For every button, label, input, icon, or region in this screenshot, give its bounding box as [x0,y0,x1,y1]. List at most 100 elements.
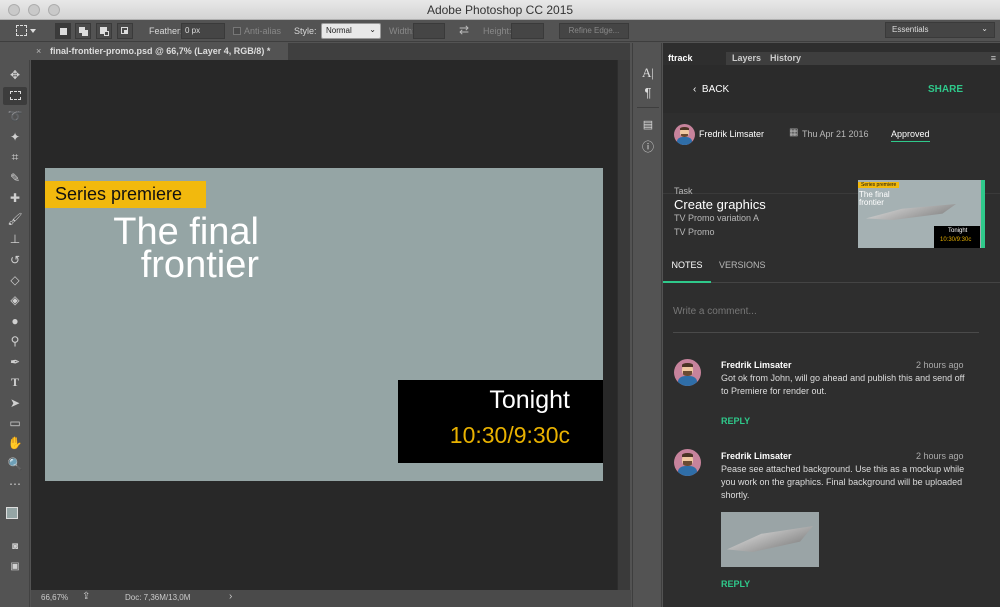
avatar [674,359,701,386]
panel-menu-icon[interactable]: ≡ [991,52,996,65]
more-tools-icon[interactable]: ⋯ [3,475,27,493]
notes-versions-tabs: NOTES VERSIONS [663,252,1000,283]
thumb-series: Series premiere [858,182,900,188]
strip-divider [637,107,659,108]
antialias-label: Anti-alias [244,26,282,36]
status-menu-arrow[interactable]: › [229,591,232,602]
note-time: 2 hours ago [916,451,964,461]
path-selection-tool-icon[interactable]: ➤ [3,394,27,412]
ftrack-panel: ftrack Layers History ≡ ‹ BACK SHARE Fre… [663,43,1000,607]
note-time: 2 hours ago [916,360,964,370]
artboard[interactable]: Series premiere The final frontier Tonig… [45,168,603,481]
subtract-from-selection-icon[interactable] [96,23,112,39]
comment-input[interactable]: Write a comment... [673,300,979,333]
document-tab[interactable]: × final-frontier-promo.psd @ 66,7% (Laye… [30,43,288,60]
close-icon[interactable]: × [36,43,41,60]
eraser-tool-icon[interactable]: ◇ [3,271,27,289]
character-panel-icon[interactable]: A| [640,65,656,81]
chevron-down-icon: ⌄ [981,24,988,33]
reply-button[interactable]: REPLY [721,579,750,589]
tab-ftrack[interactable]: ftrack [663,52,726,65]
assignee-name: Fredrik Limsater [699,129,765,139]
task-thumbnail[interactable]: Series premiere The final frontier Tonig… [858,180,981,248]
calendar-icon: ▦ [789,127,799,138]
history-brush-tool-icon[interactable]: ↺ [3,251,27,269]
thumb-airtime-box: Tonight 10:30/9:30c [934,226,980,248]
chevron-left-icon: ‹ [693,84,697,95]
intersect-selection-icon[interactable] [117,23,133,39]
workspace-value: Essentials [892,25,929,34]
refine-edge-button[interactable]: Refine Edge... [559,23,629,39]
doc-size: Doc: 7,36M/13,0M [125,593,191,602]
add-to-selection-icon[interactable] [75,23,91,39]
minimize-window-button[interactable] [28,4,40,16]
paint-bucket-tool-icon[interactable]: ◈ [3,291,27,309]
tab-versions[interactable]: VERSIONS [719,252,766,278]
eyedropper-tool-icon[interactable]: ✎ [3,169,27,187]
info-icon[interactable]: ⓘ [640,139,656,155]
brush-tool-icon[interactable]: 🖌 [3,210,27,228]
avatar [674,124,695,145]
zoom-window-button[interactable] [48,4,60,16]
height-input[interactable] [511,23,544,39]
width-input[interactable] [413,23,445,39]
ftrack-panel-icon[interactable]: ▤ [640,117,656,133]
tab-history[interactable]: History [765,52,806,65]
ftrack-header: ‹ BACK SHARE [663,65,1000,113]
attachment-thumbnail[interactable] [721,512,819,567]
swap-icon[interactable]: ⇄ [459,23,469,37]
tonight-label: Tonight [489,386,570,414]
tools-panel: ✥ ➰ ✦ ⌗ ✎ ✚ 🖌 ⊥ ↺ ◇ ◈ ● ⚲ ✒ T ➤ ▭ ✋ 🔍 ⋯ … [0,60,30,607]
rectangle-tool-icon[interactable]: ▭ [3,414,27,432]
clone-stamp-tool-icon[interactable]: ⊥ [3,230,27,248]
document-tab-bar: × final-frontier-promo.psd @ 66,7% (Laye… [30,43,630,60]
task-project: TV Promo [674,227,715,237]
chevron-down-icon: ⌄ [369,25,376,34]
foreground-color-swatch[interactable] [6,507,18,519]
screen-mode-icon[interactable]: ▣ [3,558,27,576]
options-bar: Feather: 0 px Anti-alias Style: Normal ⌄… [0,20,1000,42]
zoom-level[interactable]: 66,67% [41,593,68,602]
airtime-label: 10:30/9:30c [449,422,570,448]
document-tab-label: final-frontier-promo.psd @ 66,7% (Layer … [50,46,271,56]
type-tool-icon[interactable]: T [3,373,27,391]
dodge-tool-icon[interactable]: ⚲ [3,332,27,350]
antialias-checkbox[interactable] [233,27,241,35]
note-author: Fredrik Limsater [721,360,792,370]
back-button[interactable]: ‹ BACK [693,84,729,95]
style-select[interactable]: Normal ⌄ [321,23,381,39]
reply-button[interactable]: REPLY [721,416,750,426]
title-bar: Adobe Photoshop CC 2015 [0,0,1000,20]
lasso-tool-icon[interactable]: ➰ [3,107,27,125]
status-badge[interactable]: Approved [891,129,930,142]
task-date: Thu Apr 21 2016 [802,129,869,139]
marquee-tool-preset-icon[interactable] [14,23,36,39]
window-title: Adobe Photoshop CC 2015 [426,3,574,17]
quick-mask-icon[interactable]: ◙ [3,538,27,556]
artwork-title-line2: frontier [140,244,259,286]
magic-wand-tool-icon[interactable]: ✦ [3,128,27,146]
share-button[interactable]: SHARE [928,84,963,95]
share-icon[interactable]: ⇪ [82,591,90,602]
workspace-select[interactable]: Essentials ⌄ [885,22,995,38]
airtime-box: Tonight 10:30/9:30c [398,380,603,463]
task-parent: TV Promo variation A [674,213,760,223]
style-label: Style: [294,26,317,36]
collapsed-panels-strip: A| ¶ ▤ ⓘ [632,43,662,607]
crop-tool-icon[interactable]: ⌗ [3,148,27,166]
feather-input[interactable]: 0 px [181,23,225,39]
tab-notes[interactable]: NOTES [663,252,711,283]
tab-layers[interactable]: Layers [727,52,766,65]
back-label: BACK [701,84,730,95]
new-selection-icon[interactable] [55,23,71,39]
pen-tool-icon[interactable]: ✒ [3,353,27,371]
vertical-scrollbar[interactable] [617,60,630,590]
blur-tool-icon[interactable]: ● [3,312,27,330]
move-tool-icon[interactable]: ✥ [3,66,27,84]
hand-tool-icon[interactable]: ✋ [3,434,27,452]
rectangular-marquee-tool-icon[interactable] [3,87,27,105]
close-window-button[interactable] [8,4,20,16]
paragraph-panel-icon[interactable]: ¶ [640,85,656,101]
zoom-tool-icon[interactable]: 🔍 [3,455,27,473]
healing-brush-tool-icon[interactable]: ✚ [3,189,27,207]
